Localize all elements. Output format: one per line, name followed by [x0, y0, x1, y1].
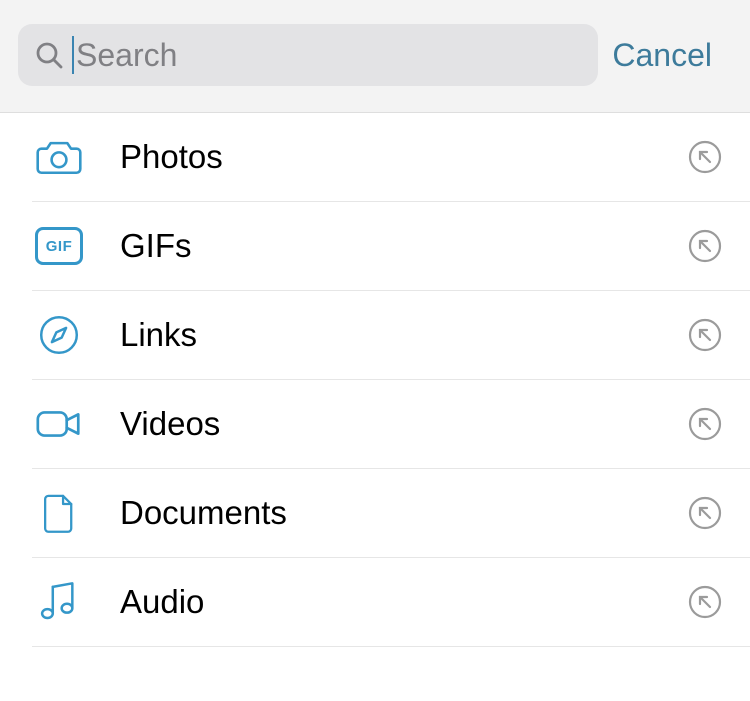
camera-icon [32, 130, 86, 184]
category-label: Photos [120, 138, 688, 176]
arrow-up-left-icon [688, 407, 722, 441]
audio-icon [32, 575, 86, 629]
category-row-links[interactable]: Links [32, 291, 750, 380]
category-row-audio[interactable]: Audio [32, 558, 750, 647]
category-label: Videos [120, 405, 688, 443]
category-row-gifs[interactable]: GIF GIFs [32, 202, 750, 291]
arrow-up-left-icon [688, 229, 722, 263]
video-icon [32, 397, 86, 451]
category-label: Audio [120, 583, 688, 621]
search-header: Cancel [0, 0, 750, 113]
search-box[interactable] [18, 24, 598, 86]
search-icon [34, 40, 64, 70]
cancel-button[interactable]: Cancel [612, 37, 732, 74]
category-label: Links [120, 316, 688, 354]
category-label: Documents [120, 494, 688, 532]
category-row-photos[interactable]: Photos [32, 113, 750, 202]
document-icon [32, 486, 86, 540]
category-row-documents[interactable]: Documents [32, 469, 750, 558]
arrow-up-left-icon [688, 496, 722, 530]
arrow-up-left-icon [688, 318, 722, 352]
search-input[interactable] [72, 36, 582, 74]
category-row-videos[interactable]: Videos [32, 380, 750, 469]
gif-icon: GIF [32, 219, 86, 273]
arrow-up-left-icon [688, 140, 722, 174]
category-list: Photos GIF GIFs Links [0, 113, 750, 647]
compass-icon [32, 308, 86, 362]
category-label: GIFs [120, 227, 688, 265]
arrow-up-left-icon [688, 585, 722, 619]
